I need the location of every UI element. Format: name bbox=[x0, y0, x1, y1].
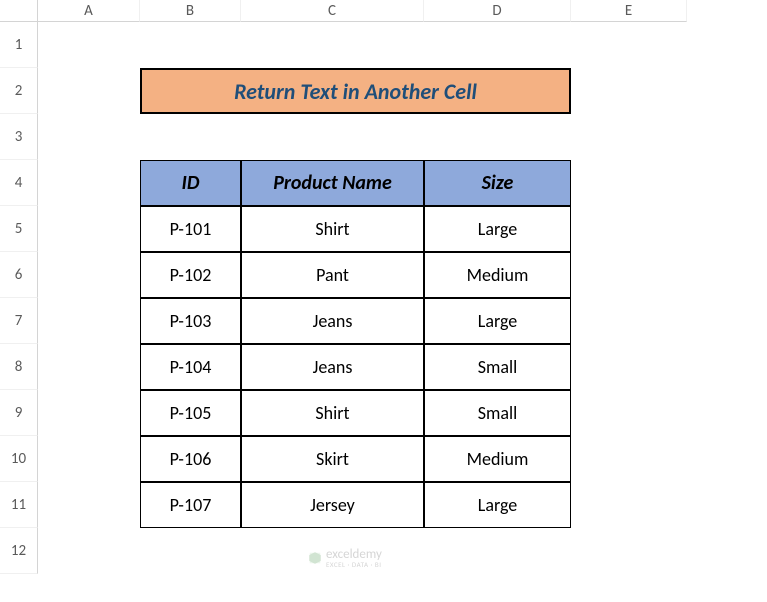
title-text: Return Text in Another Cell bbox=[234, 78, 477, 105]
table-cell-r3-c1[interactable]: Jeans bbox=[241, 344, 424, 390]
table-cell-r1-c1[interactable]: Pant bbox=[241, 252, 424, 298]
table-cell-r4-c0[interactable]: P-105 bbox=[140, 390, 241, 436]
table-cell-r0-c2[interactable]: Large bbox=[424, 206, 571, 252]
select-all-corner[interactable] bbox=[0, 0, 38, 22]
row-header-7[interactable]: 7 bbox=[0, 298, 38, 344]
table-header-1[interactable]: Product Name bbox=[241, 160, 424, 206]
row-header-8[interactable]: 8 bbox=[0, 344, 38, 390]
row-header-11[interactable]: 11 bbox=[0, 482, 38, 528]
table-cell-r5-c2[interactable]: Medium bbox=[424, 436, 571, 482]
table-cell-r3-c2[interactable]: Small bbox=[424, 344, 571, 390]
table-cell-r6-c1[interactable]: Jersey bbox=[241, 482, 424, 528]
row-header-9[interactable]: 9 bbox=[0, 390, 38, 436]
watermark-icon bbox=[308, 551, 322, 565]
watermark: exceldemy EXCEL · DATA · BI bbox=[308, 548, 382, 568]
column-header-D[interactable]: D bbox=[424, 0, 571, 22]
table-cell-r1-c2[interactable]: Medium bbox=[424, 252, 571, 298]
table-cell-r0-c1[interactable]: Shirt bbox=[241, 206, 424, 252]
row-header-12[interactable]: 12 bbox=[0, 528, 38, 574]
table-cell-r4-c2[interactable]: Small bbox=[424, 390, 571, 436]
column-headers: ABCDE bbox=[38, 0, 687, 22]
table-cell-r6-c2[interactable]: Large bbox=[424, 482, 571, 528]
table-header-0[interactable]: ID bbox=[140, 160, 241, 206]
table-cell-r2-c1[interactable]: Jeans bbox=[241, 298, 424, 344]
row-header-10[interactable]: 10 bbox=[0, 436, 38, 482]
column-header-A[interactable]: A bbox=[38, 0, 140, 22]
table-cell-r0-c0[interactable]: P-101 bbox=[140, 206, 241, 252]
spreadsheet-grid: ABCDE 123456789101112 Return Text in Ano… bbox=[0, 0, 767, 602]
row-header-3[interactable]: 3 bbox=[0, 114, 38, 160]
table-cell-r4-c1[interactable]: Shirt bbox=[241, 390, 424, 436]
table-cell-r5-c0[interactable]: P-106 bbox=[140, 436, 241, 482]
row-headers: 123456789101112 bbox=[0, 22, 38, 574]
table-cell-r6-c0[interactable]: P-107 bbox=[140, 482, 241, 528]
row-header-4[interactable]: 4 bbox=[0, 160, 38, 206]
title-cell[interactable]: Return Text in Another Cell bbox=[140, 68, 571, 114]
watermark-sub: EXCEL · DATA · BI bbox=[326, 561, 382, 568]
table-cell-r2-c0[interactable]: P-103 bbox=[140, 298, 241, 344]
column-header-C[interactable]: C bbox=[241, 0, 424, 22]
row-header-2[interactable]: 2 bbox=[0, 68, 38, 114]
column-header-E[interactable]: E bbox=[571, 0, 687, 22]
table-cell-r3-c0[interactable]: P-104 bbox=[140, 344, 241, 390]
table-cell-r5-c1[interactable]: Skirt bbox=[241, 436, 424, 482]
row-header-1[interactable]: 1 bbox=[0, 22, 38, 68]
table-header-2[interactable]: Size bbox=[424, 160, 571, 206]
row-header-6[interactable]: 6 bbox=[0, 252, 38, 298]
row-header-5[interactable]: 5 bbox=[0, 206, 38, 252]
table-cell-r1-c0[interactable]: P-102 bbox=[140, 252, 241, 298]
column-header-B[interactable]: B bbox=[140, 0, 241, 22]
table-cell-r2-c2[interactable]: Large bbox=[424, 298, 571, 344]
